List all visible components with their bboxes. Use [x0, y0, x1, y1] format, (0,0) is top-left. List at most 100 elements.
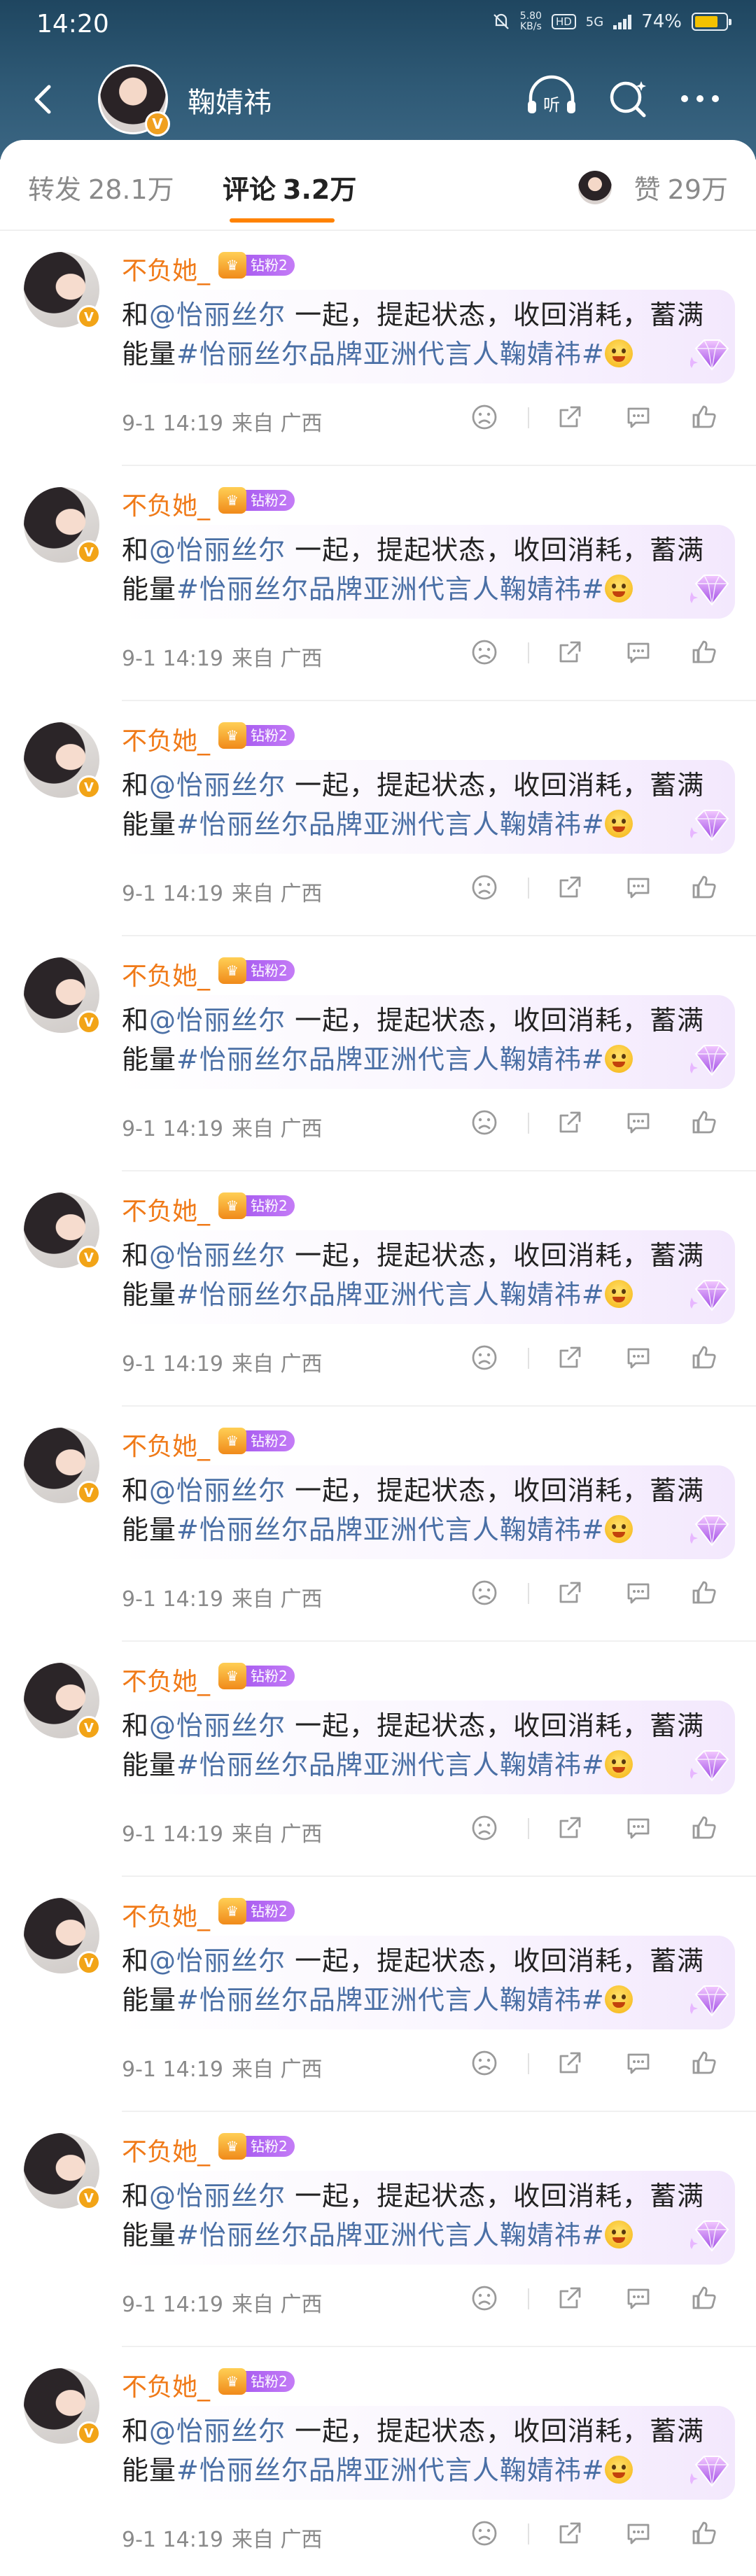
share-button[interactable] [547, 396, 592, 438]
comment-topic-link[interactable]: #怡丽丝尔品牌亚洲代言人鞠婧祎# [176, 574, 605, 605]
fan-badge[interactable]: ♛ 钻粉2 [218, 957, 295, 984]
fan-badge[interactable]: ♛ 钻粉2 [218, 252, 295, 279]
comment-topic-link[interactable]: #怡丽丝尔品牌亚洲代言人鞠婧祎# [176, 1514, 605, 1545]
like-button[interactable] [682, 1102, 727, 1143]
like-button[interactable] [682, 1337, 727, 1379]
dislike-button[interactable] [462, 1337, 507, 1379]
tab-likes[interactable]: 赞 29万 [578, 168, 728, 206]
fan-badge[interactable]: ♛ 钻粉2 [218, 2133, 295, 2160]
tab-repost[interactable]: 转发 28.1万 [28, 168, 174, 206]
share-button[interactable] [547, 631, 592, 673]
share-button[interactable] [547, 866, 592, 908]
share-button[interactable] [547, 1807, 592, 1849]
fan-badge[interactable]: ♛ 钻粉2 [218, 1428, 295, 1454]
comment-mention-link[interactable]: @怡丽丝尔 [149, 1945, 286, 1976]
dislike-button[interactable] [462, 2512, 507, 2554]
like-button[interactable] [682, 396, 727, 438]
tab-comments[interactable]: 评论 3.2万 [223, 168, 356, 206]
like-button[interactable] [682, 631, 727, 673]
fan-badge[interactable]: ♛ 钻粉2 [218, 2368, 295, 2395]
comment-mention-link[interactable]: @怡丽丝尔 [149, 300, 286, 330]
share-button[interactable] [547, 1337, 592, 1379]
commenter-name[interactable]: 不负她_ [122, 486, 210, 522]
dislike-button[interactable] [462, 1572, 507, 1614]
fan-badge[interactable]: ♛ 钻粉2 [218, 722, 295, 749]
like-button[interactable] [682, 1572, 727, 1614]
share-button[interactable] [547, 1102, 592, 1143]
commenter-name[interactable]: 不负她_ [122, 1661, 210, 1698]
dislike-button[interactable] [462, 2277, 507, 2319]
reply-button[interactable] [616, 396, 661, 438]
dislike-button[interactable] [462, 1102, 507, 1143]
share-button[interactable] [547, 2277, 592, 2319]
comment-mention-link[interactable]: @怡丽丝尔 [149, 1710, 286, 1741]
dislike-button[interactable] [462, 1807, 507, 1849]
commenter-avatar[interactable]: V [24, 252, 101, 329]
back-button[interactable] [25, 78, 62, 120]
commenter-name[interactable]: 不负她_ [122, 956, 210, 992]
comment-topic-link[interactable]: #怡丽丝尔品牌亚洲代言人鞠婧祎# [176, 1279, 605, 1310]
reply-button[interactable] [616, 631, 661, 673]
like-button[interactable] [682, 2042, 727, 2084]
reply-button[interactable] [616, 2277, 661, 2319]
page-title: 鞠婧祎 [188, 87, 272, 119]
reply-button[interactable] [616, 1572, 661, 1614]
dislike-button[interactable] [462, 866, 507, 908]
commenter-name[interactable]: 不负她_ [122, 2132, 210, 2168]
fan-badge[interactable]: ♛ 钻粉2 [218, 487, 295, 514]
more-button[interactable] [673, 74, 729, 123]
comment-mention-link[interactable]: @怡丽丝尔 [149, 770, 286, 801]
comment-topic-link[interactable]: #怡丽丝尔品牌亚洲代言人鞠婧祎# [176, 1750, 605, 1780]
commenter-name[interactable]: 不负她_ [122, 1426, 210, 1463]
reply-button[interactable] [616, 2042, 661, 2084]
share-button[interactable] [547, 2042, 592, 2084]
commenter-avatar[interactable]: V [24, 2368, 101, 2445]
comment-mention-link[interactable]: @怡丽丝尔 [149, 2416, 286, 2447]
share-button[interactable] [547, 2512, 592, 2554]
comment-topic-link[interactable]: #怡丽丝尔品牌亚洲代言人鞠婧祎# [176, 339, 605, 369]
comment-source: 来自 广西 [232, 2293, 323, 2317]
comment-mention-link[interactable]: @怡丽丝尔 [149, 1005, 286, 1036]
commenter-name[interactable]: 不负她_ [122, 1191, 210, 1227]
commenter-avatar[interactable]: V [24, 1428, 101, 1505]
commenter-avatar[interactable]: V [24, 957, 101, 1034]
dislike-button[interactable] [462, 631, 507, 673]
like-button[interactable] [682, 2512, 727, 2554]
commenter-avatar[interactable]: V [24, 1192, 101, 1269]
like-button[interactable] [682, 2277, 727, 2319]
comment-mention-link[interactable]: @怡丽丝尔 [149, 1475, 286, 1506]
reply-button[interactable] [616, 866, 661, 908]
commenter-name[interactable]: 不负她_ [122, 1896, 210, 1933]
comment-mention-link[interactable]: @怡丽丝尔 [149, 2181, 286, 2211]
commenter-avatar[interactable]: V [24, 2133, 101, 2210]
listen-button[interactable]: 听 [524, 74, 580, 123]
dislike-button[interactable] [462, 2042, 507, 2084]
commenter-name[interactable]: 不负她_ [122, 251, 210, 287]
like-button[interactable] [682, 866, 727, 908]
reply-button[interactable] [616, 1807, 661, 1849]
comment-topic-link[interactable]: #怡丽丝尔品牌亚洲代言人鞠婧祎# [176, 809, 605, 840]
fan-badge[interactable]: ♛ 钻粉2 [218, 1192, 295, 1219]
comment-topic-link[interactable]: #怡丽丝尔品牌亚洲代言人鞠婧祎# [176, 2220, 605, 2251]
commenter-avatar[interactable]: V [24, 487, 101, 564]
commenter-avatar[interactable]: V [24, 722, 101, 799]
commenter-name[interactable]: 不负她_ [122, 721, 210, 757]
comment-mention-link[interactable]: @怡丽丝尔 [149, 535, 286, 565]
dislike-button[interactable] [462, 396, 507, 438]
profile-avatar[interactable]: V [98, 64, 170, 136]
search-button[interactable] [601, 74, 657, 123]
fan-badge[interactable]: ♛ 钻粉2 [218, 1663, 295, 1689]
reply-button[interactable] [616, 1102, 661, 1143]
fan-badge[interactable]: ♛ 钻粉2 [218, 1898, 295, 1924]
comment-mention-link[interactable]: @怡丽丝尔 [149, 1240, 286, 1271]
comment-topic-link[interactable]: #怡丽丝尔品牌亚洲代言人鞠婧祎# [176, 1985, 605, 2015]
commenter-avatar[interactable]: V [24, 1898, 101, 1975]
share-button[interactable] [547, 1572, 592, 1614]
reply-button[interactable] [616, 2512, 661, 2554]
commenter-avatar[interactable]: V [24, 1663, 101, 1740]
comment-topic-link[interactable]: #怡丽丝尔品牌亚洲代言人鞠婧祎# [176, 2455, 605, 2486]
reply-button[interactable] [616, 1337, 661, 1379]
comment-topic-link[interactable]: #怡丽丝尔品牌亚洲代言人鞠婧祎# [176, 1044, 605, 1075]
like-button[interactable] [682, 1807, 727, 1849]
commenter-name[interactable]: 不负她_ [122, 2367, 210, 2403]
